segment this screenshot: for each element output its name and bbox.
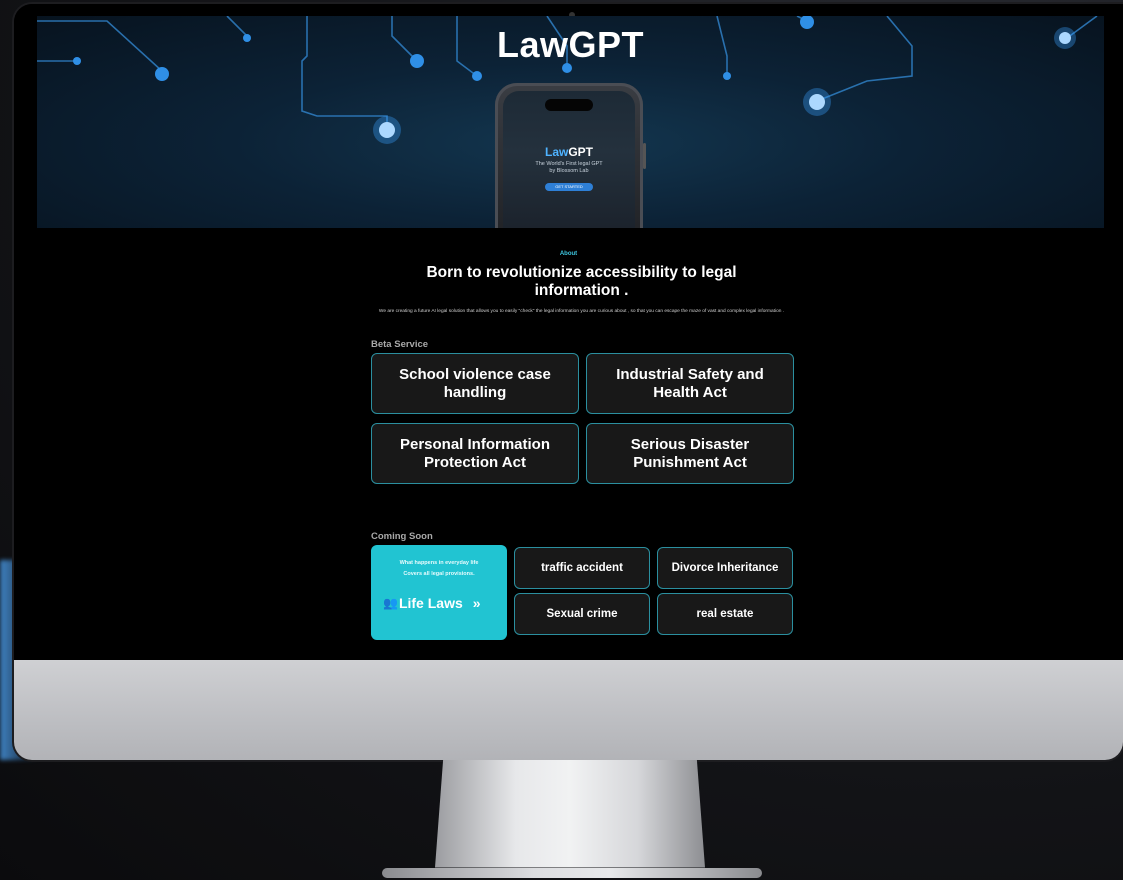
website-screen: LawGPT LawGPT The World's First legal GP…	[14, 4, 1123, 660]
phone-mockup: LawGPT The World's First legal GPT by Bl…	[495, 83, 646, 228]
monitor-chin	[14, 660, 1123, 760]
monitor-frame: LawGPT LawGPT The World's First legal GP…	[14, 4, 1123, 760]
about-title-line2: information .	[534, 282, 629, 299]
phone-subtitle-line1: The World's First legal GPT	[535, 161, 603, 167]
life-laws-description-line2: Covers all legal provisions.	[403, 571, 475, 577]
beta-card-serious-disaster[interactable]: Serious Disaster Punishment Act	[586, 423, 794, 484]
phone-notch	[545, 99, 593, 111]
beta-card-personal-information[interactable]: Personal Information Protection Act	[371, 423, 579, 484]
phone-title-gpt: GPT	[568, 145, 593, 159]
about-tag: About	[559, 251, 578, 257]
phone-subtitle: The World's First legal GPT by Blossom L…	[503, 161, 635, 175]
phone-subtitle-line2: by Blossom Lab	[549, 168, 589, 174]
coming-soon-divorce-inheritance[interactable]: Divorce Inheritance	[657, 547, 793, 589]
life-laws-description: What happens in everyday life Covers all…	[371, 558, 507, 580]
about-description: We are creating a future AI legal soluti…	[378, 309, 785, 314]
beta-card-school-violence[interactable]: School violence case handling	[371, 353, 579, 414]
hero-banner: LawGPT LawGPT The World's First legal GP…	[37, 16, 1104, 228]
life-laws-title-row: 👥 Life Laws »	[383, 595, 481, 611]
coming-soon-real-estate[interactable]: real estate	[657, 593, 793, 635]
life-laws-title: Life Laws	[398, 595, 463, 611]
people-icon: 👥	[383, 596, 398, 610]
beta-card-industrial-safety[interactable]: Industrial Safety and Health Act	[586, 353, 794, 414]
monitor-stand-base	[382, 868, 762, 878]
phone-title-law: Law	[544, 145, 569, 159]
beta-service-label: Beta Service	[371, 339, 429, 350]
coming-soon-sexual-crime[interactable]: Sexual crime	[514, 593, 650, 635]
coming-soon-traffic-accident[interactable]: traffic accident	[514, 547, 650, 589]
hero-title: LawGPT	[496, 24, 645, 65]
phone-side-button	[643, 143, 646, 169]
phone-screen: LawGPT The World's First legal GPT by Bl…	[503, 91, 635, 228]
about-title-line1: Born to revolutionize accessibility to l…	[426, 264, 737, 281]
coming-soon-label: Coming Soon	[371, 531, 433, 542]
phone-app-title: LawGPT	[503, 145, 635, 159]
phone-start-button: GET STARTED	[545, 183, 593, 191]
about-title: Born to revolutionize accessibility to l…	[394, 264, 769, 300]
life-laws-description-line1: What happens in everyday life	[399, 560, 479, 566]
double-chevron-right-icon: »	[472, 595, 481, 611]
monitor-stand	[435, 760, 705, 868]
life-laws-card[interactable]: What happens in everyday life Covers all…	[371, 545, 507, 640]
